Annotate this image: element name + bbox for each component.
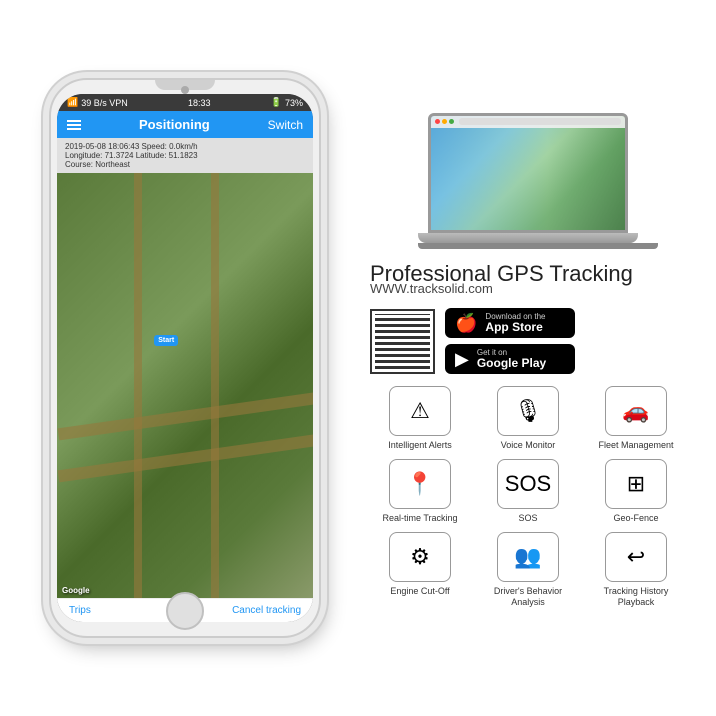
app-store-text: Download on the App Store — [485, 312, 545, 334]
feature-label-realtime-tracking: Real-time Tracking — [382, 513, 457, 524]
app-btn-row: 🍎 Download on the App Store ▶ Get it on … — [370, 308, 686, 374]
feature-icon-geo-fence: ⊞ — [605, 459, 667, 509]
feature-icon-realtime-tracking: 📍 — [389, 459, 451, 509]
menu-icon[interactable] — [67, 120, 81, 130]
laptop-device — [418, 113, 638, 249]
store-buttons: 🍎 Download on the App Store ▶ Get it on … — [445, 308, 575, 374]
status-time: 18:33 — [188, 98, 211, 108]
qr-inner — [375, 314, 430, 369]
main-container: 📶 39 B/s VPN 18:33 🔋 73% — [0, 0, 716, 716]
feature-icon-tracking-history: ↩ — [605, 532, 667, 582]
battery-text: 73% — [285, 98, 303, 108]
feature-label-voice-monitor: Voice Monitor — [501, 440, 556, 451]
google-play-button[interactable]: ▶ Get it on Google Play — [445, 344, 575, 374]
feature-tracking-history: ↩ Tracking History Playback — [586, 532, 686, 608]
gps-tracking-title: Professional GPS Tracking WWW.tracksolid… — [370, 261, 686, 296]
road-vertical — [134, 173, 142, 598]
feature-label-drivers-behavior: Driver's Behavior Analysis — [478, 586, 578, 608]
feature-icon-engine-cutoff: ⚙ — [389, 532, 451, 582]
laptop-container — [370, 109, 686, 249]
trips-button[interactable]: Trips — [69, 605, 91, 616]
nav-switch[interactable]: Switch — [268, 118, 303, 132]
status-left: 📶 39 B/s VPN — [67, 97, 128, 108]
google-play-name: Google Play — [477, 357, 546, 370]
laptop-map-overlay — [431, 116, 625, 230]
gps-line2: Longitude: 71.3724 Latitude: 51.1823 — [65, 151, 305, 160]
phone-wrapper: 📶 39 B/s VPN 18:33 🔋 73% — [30, 78, 340, 638]
battery-icon: 🔋 — [271, 97, 282, 108]
right-section: Professional GPS Tracking WWW.tracksolid… — [340, 109, 686, 608]
map-overlay — [57, 173, 313, 598]
qr-code — [370, 309, 435, 374]
gps-line1: 2019-05-08 18:06:43 Speed: 0.0km/h — [65, 142, 305, 151]
laptop-map — [431, 116, 625, 230]
phone-device: 📶 39 B/s VPN 18:33 🔋 73% — [49, 78, 321, 638]
status-bar: 📶 39 B/s VPN 18:33 🔋 73% — [57, 94, 313, 111]
nav-bar: Positioning Switch — [57, 111, 313, 138]
home-button[interactable] — [166, 592, 204, 630]
feature-icon-drivers-behavior: 👥 — [497, 532, 559, 582]
status-right: 🔋 73% — [271, 97, 303, 108]
laptop-foot — [418, 243, 658, 249]
laptop-screen — [428, 113, 628, 233]
browser-chrome — [431, 116, 625, 128]
nav-title: Positioning — [139, 117, 210, 132]
features-grid: ⚠ Intelligent Alerts 🎙 Voice Monitor 🚗 Fleet … — [370, 386, 686, 607]
cancel-tracking-button[interactable]: Cancel tracking — [232, 605, 301, 616]
app-buttons-section: 🍎 Download on the App Store ▶ Get it on … — [370, 308, 686, 374]
feature-label-fleet-management: Fleet Management — [598, 440, 673, 451]
feature-engine-cutoff: ⚙ Engine Cut-Off — [370, 532, 470, 608]
feature-icon-voice-monitor: 🎙 — [497, 386, 559, 436]
feature-icon-intelligent-alerts: ⚠ — [389, 386, 451, 436]
app-store-button[interactable]: 🍎 Download on the App Store — [445, 308, 575, 338]
status-left-text: 39 B/s VPN — [81, 98, 128, 108]
feature-label-engine-cutoff: Engine Cut-Off — [390, 586, 449, 597]
feature-geo-fence: ⊞ Geo-Fence — [586, 459, 686, 524]
phone-camera — [181, 86, 189, 94]
feature-voice-monitor: 🎙 Voice Monitor — [478, 386, 578, 451]
feature-label-tracking-history: Tracking History Playback — [586, 586, 686, 608]
feature-icon-sos: SOS — [497, 459, 559, 509]
laptop-base — [418, 233, 638, 243]
feature-label-geo-fence: Geo-Fence — [613, 513, 658, 524]
road-vertical2 — [211, 173, 219, 598]
phone-screen: 📶 39 B/s VPN 18:33 🔋 73% — [57, 94, 313, 622]
apple-icon: 🍎 — [455, 313, 477, 334]
map-area[interactable]: Start Google — [57, 173, 313, 598]
feature-intelligent-alerts: ⚠ Intelligent Alerts — [370, 386, 470, 451]
map-pin-label: Start — [154, 335, 178, 346]
feature-label-sos: SOS — [518, 513, 537, 524]
feature-drivers-behavior: 👥 Driver's Behavior Analysis — [478, 532, 578, 608]
gps-info: 2019-05-08 18:06:43 Speed: 0.0km/h Longi… — [57, 138, 313, 173]
feature-realtime-tracking: 📍 Real-time Tracking — [370, 459, 470, 524]
gps-line3: Course: Northeast — [65, 160, 305, 169]
google-play-icon: ▶ — [455, 349, 469, 370]
feature-sos: SOS SOS — [478, 459, 578, 524]
feature-fleet-management: 🚗 Fleet Management — [586, 386, 686, 451]
google-play-text: Get it on Google Play — [477, 348, 546, 370]
signal-icon: 📶 — [67, 97, 78, 108]
google-label: Google — [62, 586, 90, 595]
feature-icon-fleet-management: 🚗 — [605, 386, 667, 436]
app-store-name: App Store — [485, 321, 545, 334]
feature-label-intelligent-alerts: Intelligent Alerts — [388, 440, 452, 451]
